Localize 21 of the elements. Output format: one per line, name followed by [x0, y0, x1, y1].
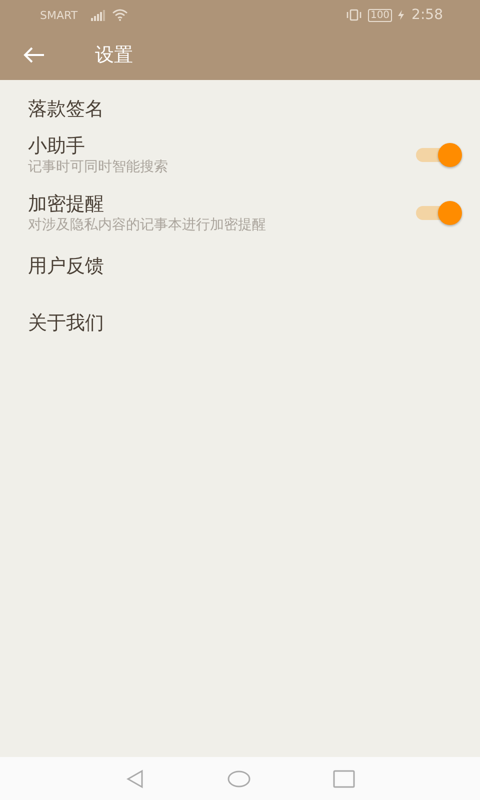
home-nav-icon[interactable]: [227, 770, 251, 788]
setting-title: 小助手: [28, 134, 85, 158]
charging-icon: [398, 10, 404, 20]
toggle-switch[interactable]: [416, 143, 462, 167]
back-nav-icon[interactable]: [125, 768, 145, 788]
wifi-icon: [112, 9, 128, 21]
signal-icon: [90, 10, 106, 20]
battery-level: 100: [368, 8, 392, 22]
page-title: 设置: [95, 43, 133, 68]
recents-nav-icon[interactable]: [333, 770, 355, 788]
settings-item[interactable]: 关于我们: [0, 302, 114, 343]
setting-description: 对涉及隐私内容的记事本进行加密提醒: [28, 216, 266, 234]
settings-item[interactable]: 落款签名: [0, 88, 114, 129]
vibrate-icon: [346, 9, 362, 21]
clock-time: 2:58: [412, 7, 443, 23]
toggle-switch[interactable]: [416, 201, 462, 225]
settings-item[interactable]: 用户反馈: [0, 245, 114, 286]
setting-title: 加密提醒: [28, 192, 104, 216]
setting-description: 记事时可同时智能搜索: [28, 158, 168, 176]
carrier-name: SMART: [40, 8, 78, 22]
back-button[interactable]: [23, 47, 45, 63]
